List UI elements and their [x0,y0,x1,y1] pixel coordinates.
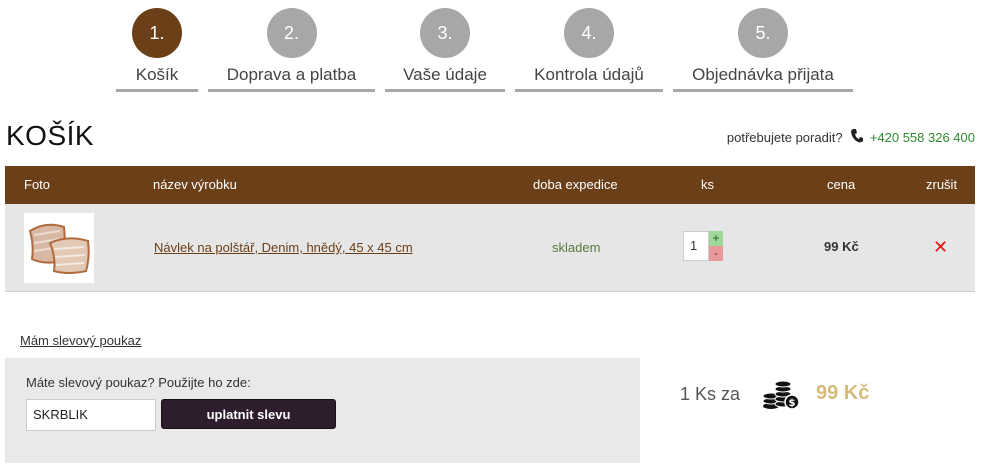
discount-prompt: Máte slevový poukaz? Použijte ho zde: [26,375,251,390]
step-label: Doprava a platba [226,65,357,84]
step-underline [116,89,198,92]
expedition-status: skladem [552,240,601,255]
summary-total-price: 99 Kč [816,382,870,404]
svg-text:$: $ [789,398,796,409]
col-expedition: doba expedice [533,177,618,192]
cart-table-header: Foto název výrobku doba expedice ks cena… [5,166,975,204]
step-label: Kontrola údajů [534,65,644,84]
step-cart[interactable]: 1. Košík [116,8,198,92]
step-order-received[interactable]: 5. Objednávka přijata [673,8,853,92]
step-underline [515,89,663,92]
step-label: Vaše údaje [403,65,487,84]
help-contact: potřebujete poradit? +420 558 326 400 [727,128,975,147]
step-label: Košík [135,65,179,84]
quantity-decrease-button[interactable]: - [709,246,723,261]
col-qty: ks [701,177,714,192]
step-shipping-payment[interactable]: 2. Doprava a platba [208,8,375,92]
phone-icon [850,128,864,147]
col-photo: Foto [24,177,51,192]
item-price: 99 Kč [824,239,859,254]
step-underline [385,89,505,92]
discount-voucher-toggle[interactable]: Mám slevový poukaz [20,333,141,348]
step-review[interactable]: 4. Kontrola údajů [515,8,663,92]
step-your-details[interactable]: 3. Vaše údaje [385,8,505,92]
cart-table: Foto název výrobku doba expedice ks cena… [5,166,975,292]
apply-discount-button[interactable]: uplatnit slevu [161,399,336,429]
product-name-link[interactable]: Návlek na polštář, Denim, hnědý, 45 x 45… [154,240,413,255]
help-text: potřebujete poradit? [726,130,843,145]
step-number: 5. [738,8,788,58]
product-thumbnail[interactable] [24,213,94,283]
coins-icon: $ [762,380,800,410]
quantity-input[interactable]: 1 [683,231,709,261]
step-number: 1. [132,8,182,58]
phone-link[interactable]: +420 558 326 400 [870,130,975,145]
step-underline [673,89,853,92]
col-remove: zrušit [926,177,958,192]
col-product-name: název výrobku [153,177,237,192]
step-number: 3. [420,8,470,58]
step-number: 2. [266,8,317,58]
discount-box: Máte slevový poukaz? Použijte ho zde: SK… [5,358,640,463]
col-price: cena [827,177,856,192]
step-underline [208,89,375,92]
page-title: KOŠÍK [6,120,95,151]
table-row: Návlek na polštář, Denim, hnědý, 45 x 45… [5,204,975,292]
step-label: Objednávka přijata [692,65,834,84]
checkout-steps: 1. Košík 2. Doprava a platba 3. Vaše úda… [0,0,985,100]
summary-count: 1 Ks za [680,384,741,404]
remove-item-icon[interactable]: ✕ [933,238,948,256]
quantity-stepper: 1 + - [683,231,723,261]
step-number: 4. [564,8,614,58]
quantity-increase-button[interactable]: + [709,231,723,246]
discount-code-input[interactable]: SKRBLIK [26,399,156,431]
